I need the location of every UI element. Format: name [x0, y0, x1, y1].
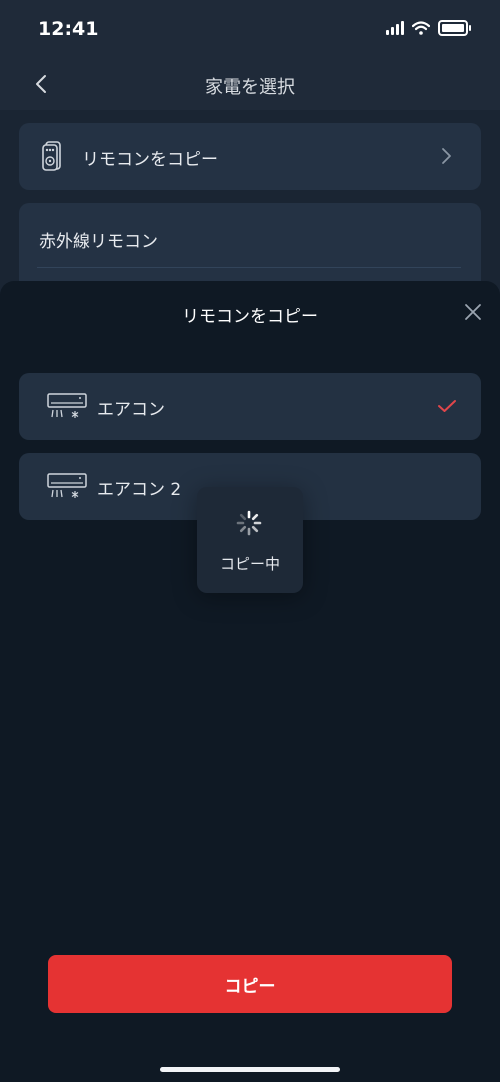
- wifi-icon: [412, 21, 430, 35]
- ir-remote-label: 赤外線リモコン: [39, 232, 158, 252]
- status-icons: [386, 20, 471, 36]
- home-indicator: [160, 1067, 340, 1072]
- nav-bar: 家電を選択: [0, 60, 500, 110]
- device-option-label: エアコン: [97, 400, 165, 420]
- copying-toast: コピー中: [197, 487, 303, 593]
- toast-label: コピー中: [219, 555, 280, 573]
- device-option-label: エアコン 2: [97, 480, 182, 500]
- cellular-signal-icon: [386, 21, 404, 35]
- divider: [37, 267, 461, 268]
- status-time: 12:41: [38, 18, 99, 40]
- chevron-right-icon: [442, 148, 451, 164]
- device-option-aircon[interactable]: エアコン: [19, 373, 481, 440]
- air-conditioner-icon: [47, 473, 87, 498]
- loading-spinner-icon: [236, 510, 262, 536]
- air-conditioner-icon: [47, 393, 87, 418]
- remote-control-icon: [42, 141, 61, 171]
- close-icon[interactable]: [464, 303, 482, 321]
- status-bar: 12:41: [0, 0, 500, 60]
- copy-remote-label: リモコンをコピー: [82, 150, 218, 170]
- checkmark-icon: [438, 400, 456, 412]
- battery-icon: [438, 20, 471, 36]
- page-title: 家電を選択: [205, 77, 295, 98]
- copy-remote-card[interactable]: リモコンをコピー: [19, 123, 481, 190]
- sheet-title: リモコンをコピー: [182, 307, 318, 327]
- copy-button[interactable]: コピー: [48, 955, 452, 1013]
